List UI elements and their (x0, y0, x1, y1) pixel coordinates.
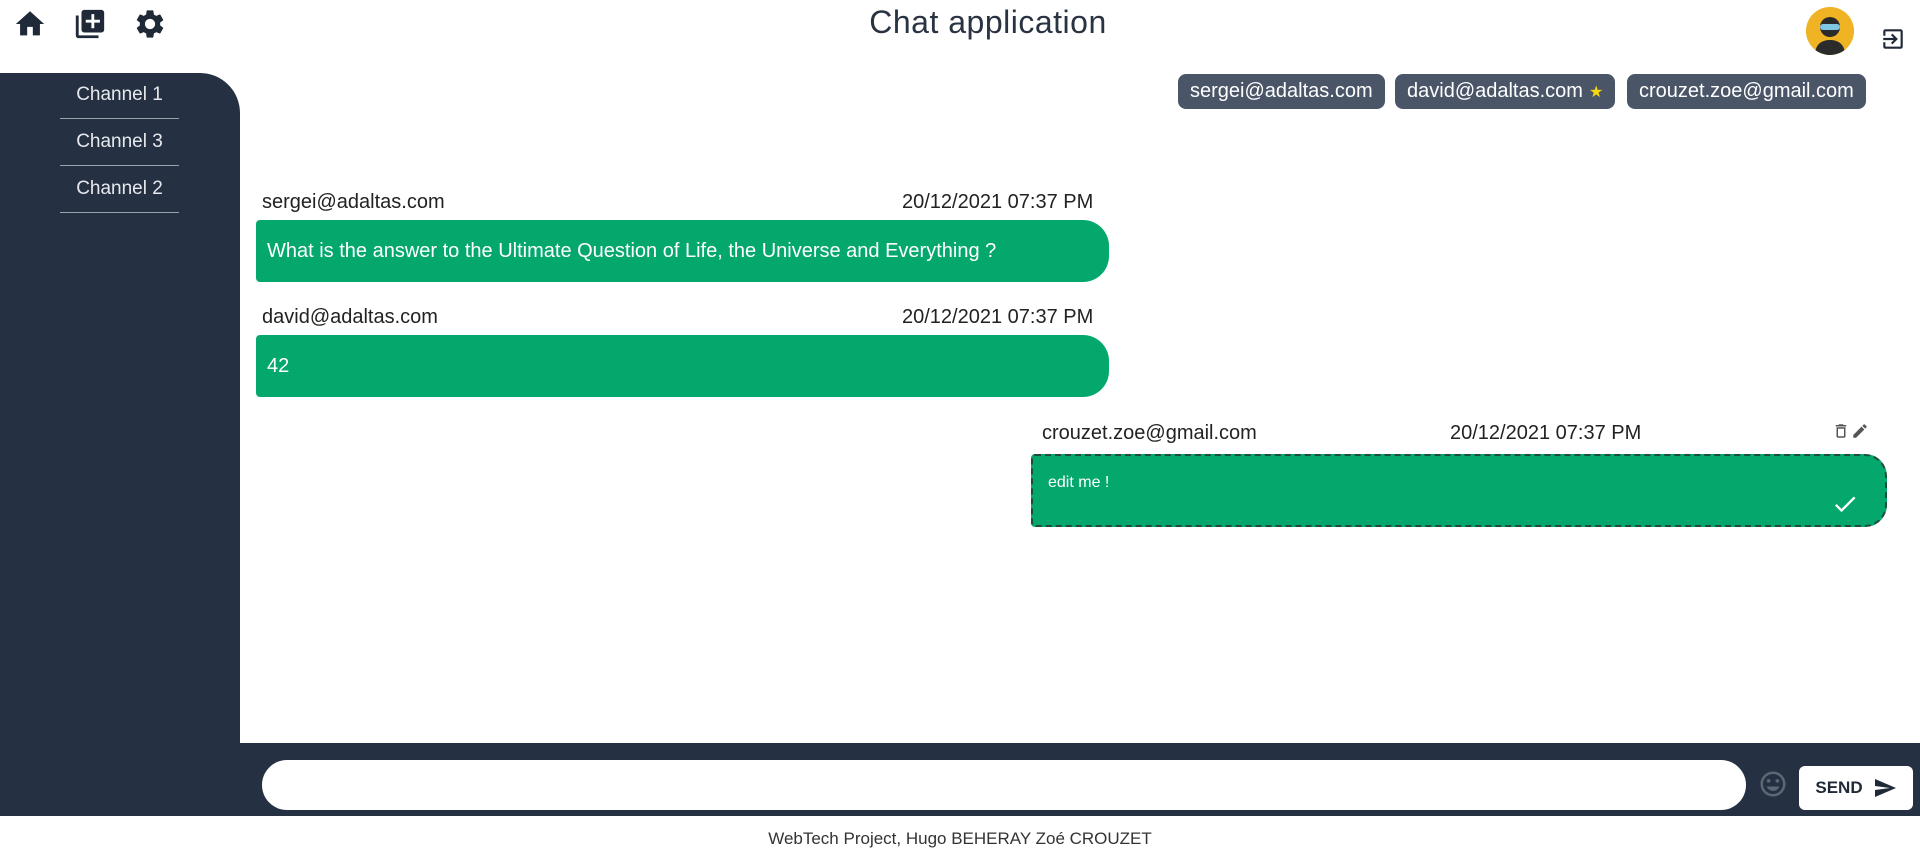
message-author: crouzet.zoe@gmail.com (1042, 422, 1257, 444)
send-icon (1874, 779, 1896, 797)
message-input[interactable] (262, 760, 1746, 810)
send-label: SEND (1815, 778, 1863, 797)
star-icon: ★ (1588, 84, 1604, 101)
footer: WebTech Project, Hugo BEHERAY Zoé CROUZE… (768, 829, 1152, 848)
send-button[interactable]: SEND (1799, 766, 1913, 810)
member-email: sergei@adaltas.com (1190, 80, 1373, 102)
sidebar-item-channel-1[interactable]: Channel 1 (60, 72, 179, 119)
member-chip[interactable]: crouzet.zoe@gmail.com (1627, 74, 1866, 109)
sidebar-item-channel-2[interactable]: Channel 2 (60, 166, 179, 213)
member-chip[interactable]: sergei@adaltas.com (1178, 74, 1385, 109)
confirm-edit-icon[interactable] (1831, 490, 1859, 518)
member-email: david@adaltas.com (1407, 80, 1583, 102)
message-bubble: 42 (256, 335, 1109, 397)
message-edit-field[interactable]: edit me ! (1031, 454, 1887, 527)
message-author: sergei@adaltas.com (262, 191, 445, 213)
member-chip[interactable]: david@adaltas.com ★ (1395, 74, 1616, 109)
member-email: crouzet.zoe@gmail.com (1639, 80, 1854, 102)
sidebar-item-channel-3[interactable]: Channel 3 (60, 119, 179, 166)
avatar[interactable] (1806, 7, 1854, 55)
message-bubble: What is the answer to the Ultimate Quest… (256, 220, 1109, 282)
edit-icon[interactable] (1851, 422, 1869, 440)
message-edit-text[interactable]: edit me ! (1048, 474, 1109, 491)
message-text: What is the answer to the Ultimate Quest… (267, 239, 997, 262)
message-date: 20/12/2021 07:37 PM (1450, 422, 1642, 444)
message-text: 42 (267, 354, 290, 377)
logout-icon[interactable] (1880, 26, 1906, 52)
page-title: Chat application (869, 4, 1107, 40)
emoji-icon[interactable] (1758, 769, 1788, 799)
message-date: 20/12/2021 07:37 PM (902, 191, 1094, 213)
message-author: david@adaltas.com (262, 306, 438, 328)
delete-icon[interactable] (1832, 422, 1850, 440)
top-bar: Chat application (0, 0, 1920, 72)
message-date: 20/12/2021 07:37 PM (902, 306, 1094, 328)
